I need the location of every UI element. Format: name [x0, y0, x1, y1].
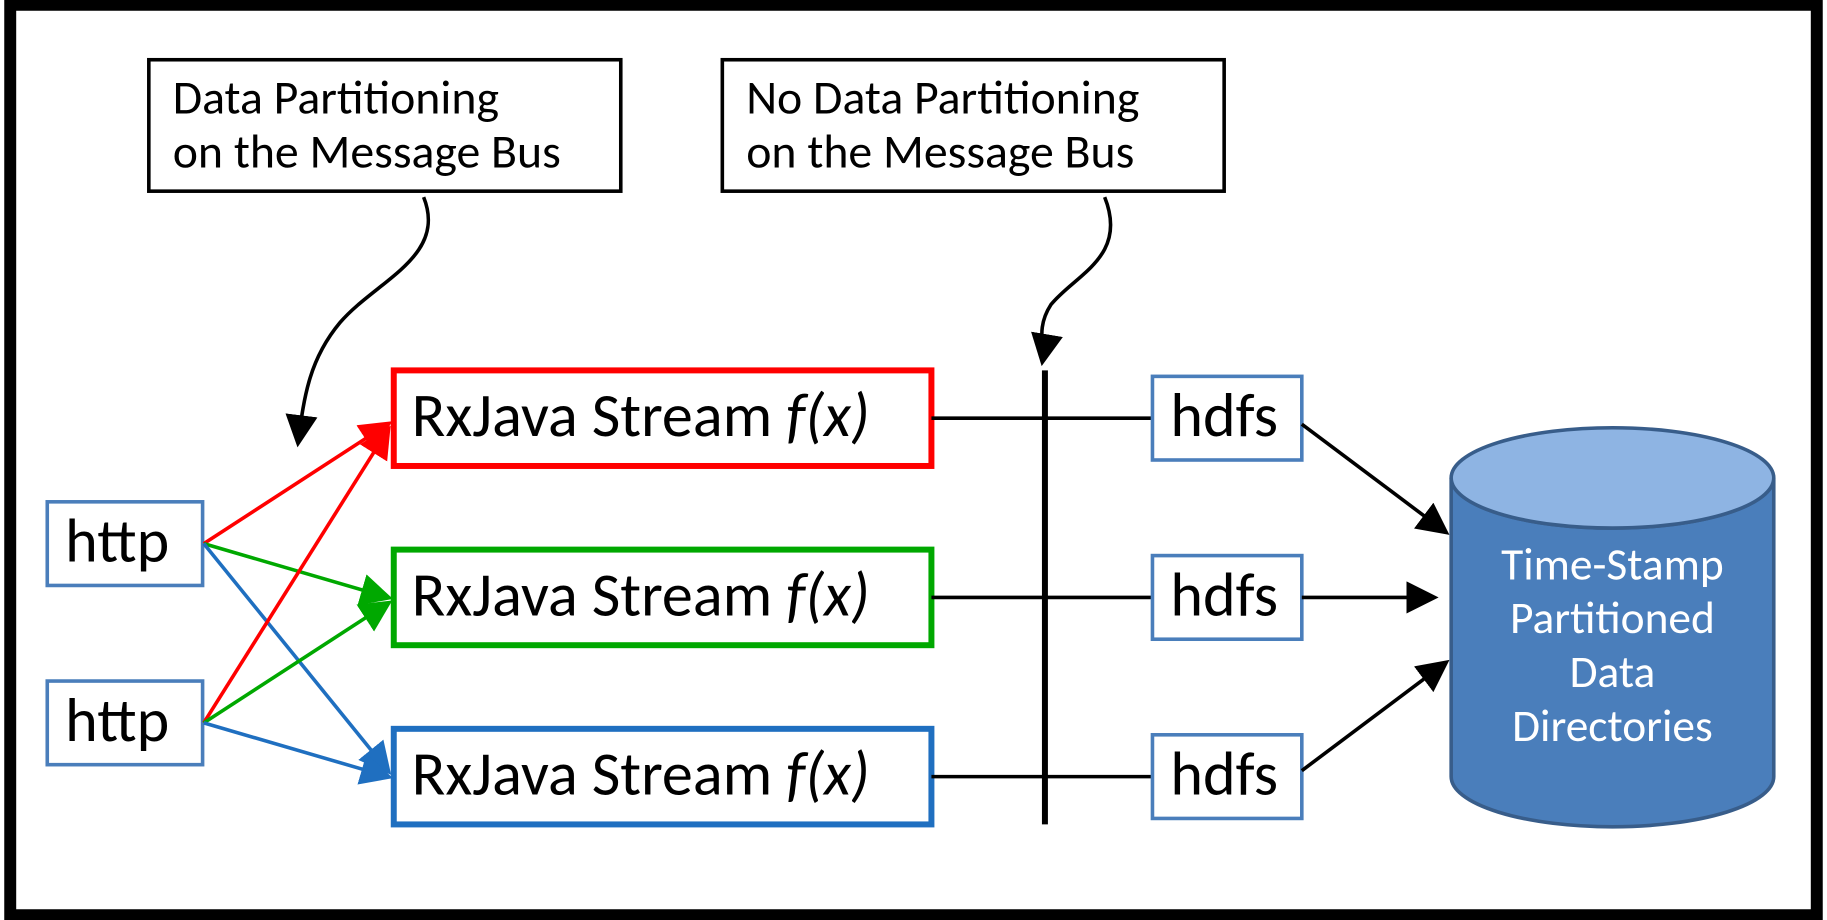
- http-bottom-label: http: [65, 682, 169, 758]
- rxjava-row1: RxJava Stream f(x): [394, 370, 932, 466]
- http-top-label: http: [65, 503, 169, 579]
- rxjava-row2-text: RxJava Stream f(x): [412, 556, 870, 632]
- http-bottom: http: [47, 681, 202, 765]
- rxjava-row3: RxJava Stream f(x): [394, 729, 932, 825]
- http-top: http: [47, 502, 202, 586]
- hdfs-row1: hdfs: [1152, 376, 1301, 460]
- cylinder-icon: Time-Stamp Partitioned Data Directories: [1451, 428, 1774, 827]
- label-left-line1: Data Partitioning: [173, 68, 499, 127]
- cylinder-line2: Partitioned: [1510, 591, 1715, 646]
- diagram-canvas: Data Partitioning on the Message Bus No …: [0, 0, 1827, 920]
- label-left-line2: on the Message Bus: [173, 121, 561, 180]
- hdfs-row1-label: hdfs: [1170, 377, 1278, 453]
- hdfs-row3-label: hdfs: [1170, 736, 1278, 812]
- hdfs-row2: hdfs: [1152, 556, 1301, 640]
- rxjava-row1-text: RxJava Stream f(x): [412, 377, 870, 453]
- label-right-line2: on the Message Bus: [746, 121, 1134, 180]
- hdfs-row3: hdfs: [1152, 735, 1301, 819]
- rxjava-row3-text: RxJava Stream f(x): [412, 736, 870, 812]
- cylinder-line4: Directories: [1512, 699, 1713, 754]
- cylinder-line3: Data: [1570, 645, 1656, 700]
- rxjava-row2: RxJava Stream f(x): [394, 550, 932, 646]
- hdfs-row2-label: hdfs: [1170, 556, 1278, 632]
- cylinder-line1: Time-Stamp: [1501, 537, 1724, 592]
- label-left: Data Partitioning on the Message Bus: [149, 60, 621, 191]
- label-right-line1: No Data Partitioning: [746, 68, 1139, 127]
- label-right: No Data Partitioning on the Message Bus: [722, 60, 1224, 191]
